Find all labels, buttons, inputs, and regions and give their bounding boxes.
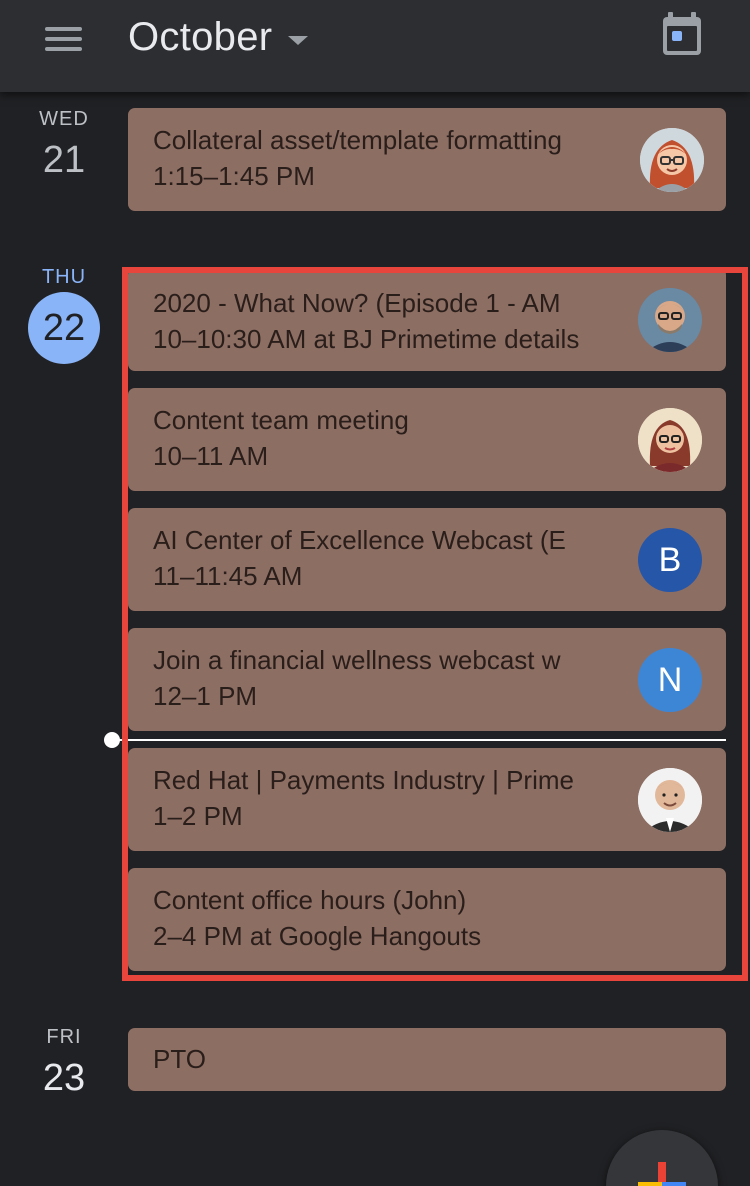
day-of-week: WED <box>39 108 89 130</box>
event-card[interactable]: Content office hours (John) 2–4 PM at Go… <box>128 868 726 971</box>
event-title: Red Hat | Payments Industry | Prime <box>153 765 574 795</box>
calendar-today-icon[interactable] <box>660 12 704 58</box>
event-time: 10–11 AM <box>153 441 269 471</box>
event-card[interactable]: 2020 - What Now? (Episode 1 - AM 10–10:3… <box>128 268 726 371</box>
event-card[interactable]: AI Center of Excellence Webcast (E 11–11… <box>128 508 726 611</box>
today-date-badge[interactable]: 22 <box>28 292 100 364</box>
create-event-button[interactable] <box>606 1130 718 1186</box>
attendee-avatar <box>640 128 704 192</box>
event-title: AI Center of Excellence Webcast (E <box>153 525 566 555</box>
hamburger-menu-icon[interactable] <box>38 20 90 56</box>
day-label-fri[interactable]: FRI 23 <box>0 1026 128 1100</box>
month-selector[interactable]: October <box>128 12 309 62</box>
event-title: Collateral asset/template formatting <box>153 125 562 155</box>
event-time: 1:15–1:45 PM <box>153 161 315 191</box>
attendee-avatar <box>638 408 702 472</box>
event-card[interactable]: Join a financial wellness webcast w 12–1… <box>128 628 726 731</box>
attendee-avatar-letter: B <box>638 528 702 592</box>
event-subtitle: 10–10:30 AM at BJ Primetime details <box>153 324 580 354</box>
month-title: October <box>128 14 273 59</box>
current-time-dot <box>104 732 120 748</box>
attendee-avatar <box>638 768 702 832</box>
current-time-line <box>112 739 726 741</box>
event-time: 1–2 PM <box>153 801 243 831</box>
day-number: 21 <box>42 139 86 181</box>
chevron-down-icon <box>288 35 309 45</box>
day-number: 23 <box>42 1057 86 1099</box>
event-time: 12–1 PM <box>153 681 258 711</box>
event-subtitle: 2–4 PM at Google Hangouts <box>153 921 482 951</box>
event-card[interactable]: Content team meeting 10–11 AM <box>128 388 726 491</box>
attendee-avatar <box>638 288 702 352</box>
day-label-wed[interactable]: WED 21 <box>0 108 128 182</box>
plus-create-icon <box>638 1162 686 1186</box>
event-card[interactable]: Red Hat | Payments Industry | Prime 1–2 … <box>128 748 726 851</box>
event-title: PTO <box>153 1044 206 1074</box>
event-time: 11–11:45 AM <box>153 561 303 591</box>
attendee-avatar-letter: N <box>638 648 702 712</box>
event-card[interactable]: Collateral asset/template formatting 1:1… <box>128 108 726 211</box>
event-title: 2020 - What Now? (Episode 1 - AM <box>153 288 561 318</box>
event-title: Content team meeting <box>153 405 409 435</box>
day-of-week: FRI <box>46 1026 82 1048</box>
day-of-week: THU <box>41 266 87 288</box>
top-app-bar: October <box>0 0 750 92</box>
event-title: Content office hours (John) <box>153 885 467 915</box>
event-card[interactable]: PTO <box>128 1028 726 1091</box>
event-title: Join a financial wellness webcast w <box>153 645 561 675</box>
day-label-thu[interactable]: THU <box>0 266 128 289</box>
